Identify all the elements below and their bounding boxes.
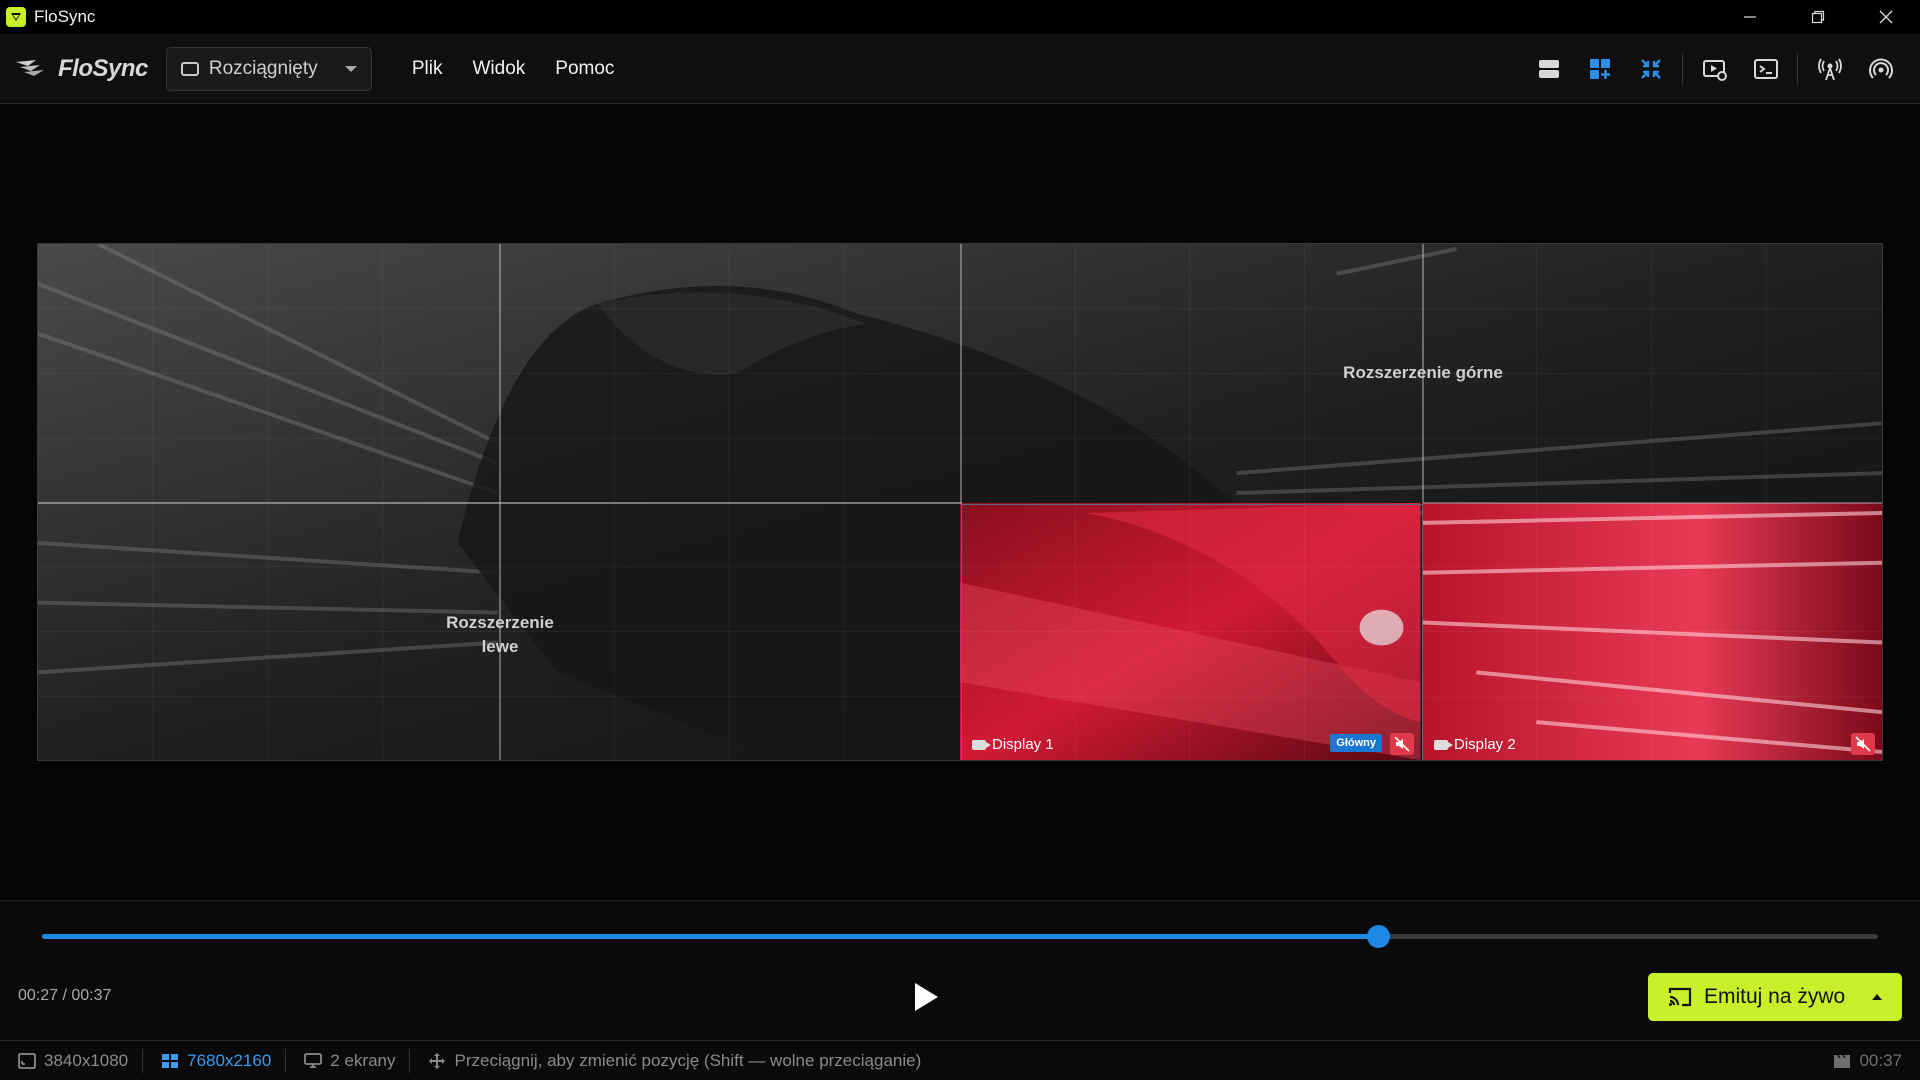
restore-icon [1811,10,1825,24]
muted-speaker-icon [1855,736,1871,752]
close-icon [1879,10,1893,24]
terminal-button[interactable] [1740,47,1791,91]
grid-icon [162,1053,179,1068]
go-live-label: Emituj na żywo [1704,985,1846,1008]
play-button[interactable] [912,981,940,1013]
minimize-button[interactable] [1716,0,1784,34]
signal-button[interactable] [1855,47,1906,91]
primary-display-badge: Główny [1330,734,1382,752]
status-resolution: 3840x1080 [0,1051,142,1071]
close-button[interactable] [1852,0,1920,34]
signal-icon [1868,58,1893,79]
status-bar: 3840x1080 7680x2160 2 ekrany Przeciągnij… [0,1040,1920,1080]
preview-settings-icon [1702,60,1727,81]
display-canvas[interactable]: Rozszerzenie górne Rozszerzenie lewe Dis… [37,243,1883,761]
main-toolbar: FloSync Rozciągnięty Plik Widok Pomoc [0,34,1920,104]
app-window: FloSync FloSync Rozciągnięty Plik Widok … [0,0,1920,1080]
flosync-wings-icon [16,59,44,76]
status-hint: Przeciągnij, aby zmienić pozycję (Shift … [410,1051,935,1071]
compress-icon [1640,59,1661,79]
clapperboard-icon [1834,1054,1851,1068]
playback-controls: 00:27 / 00:37 Emituj na żywo [0,900,1920,1040]
top-extension-label: Rozszerzenie górne [1343,363,1503,382]
left-extension-line1: Rozszerzenie [446,613,554,632]
minimize-icon [1744,16,1756,18]
display-2-mute-button[interactable] [1851,733,1875,755]
playback-time: 00:27 / 00:37 [18,987,112,1004]
muted-speaker-icon [1394,736,1410,752]
status-canvas-resolution: 7680x2160 [143,1051,285,1071]
resolution-icon [18,1052,36,1069]
cast-icon [1668,987,1692,1007]
toolbar-separator [1797,53,1798,85]
grid-divider [38,502,962,504]
chevron-down-icon [344,65,357,72]
restore-button[interactable] [1784,0,1852,34]
left-extension-label: Rozszerzenie lewe [425,611,575,659]
move-icon [429,1052,446,1069]
title-bar: FloSync [0,0,1920,34]
display-mode-value: Rozciągnięty [208,57,318,79]
window-controls [1716,0,1920,34]
display-1-label: Display 1 [972,736,1054,753]
toolbar-tools [1523,34,1906,104]
display-mode-dropdown[interactable]: Rozciągnięty [165,46,372,91]
camera-icon [972,739,991,750]
grid-add-button[interactable] [1574,47,1625,91]
window-title: FloSync [34,7,96,26]
compress-button[interactable] [1625,47,1676,91]
status-screens: 2 ekrany [286,1051,409,1071]
display-2-panel[interactable]: Display 2 [1423,504,1882,760]
screen-mode-icon [180,61,199,76]
rows-layout-icon [1538,60,1559,78]
brand-logo: FloSync [14,55,148,83]
grid-divider [960,244,962,503]
menu-bar: Plik Widok Pomoc [412,58,615,80]
monitor-icon [304,1052,323,1068]
display-1-mute-button[interactable] [1390,733,1414,755]
go-live-button[interactable]: Emituj na żywo [1648,973,1902,1021]
drag-hint: Przeciągnij, aby zmienić pozycję (Shift … [454,1050,922,1070]
resolution-value: 3840x1080 [44,1050,129,1070]
broadcast-icon [1817,58,1842,81]
display-1-panel[interactable]: Display 1 Główny [961,504,1423,760]
menu-help[interactable]: Pomoc [555,58,614,80]
camera-icon [1434,739,1453,750]
seek-bar-thumb[interactable] [1366,925,1390,948]
toolbar-separator [1682,53,1683,85]
grid-add-icon [1589,59,1610,79]
display-1-name: Display 1 [992,736,1054,753]
seek-bar-progress [42,934,1378,939]
left-extension-line2: lewe [481,637,519,656]
display-2-label: Display 2 [1434,736,1516,753]
screens-count: 2 ekrany [330,1050,396,1070]
status-duration: 00:37 [1833,1041,1902,1080]
seek-bar[interactable] [42,925,1878,948]
preview-settings-button[interactable] [1689,47,1740,91]
menu-view[interactable]: Widok [472,58,525,80]
rows-layout-button[interactable] [1523,47,1574,91]
total-duration: 00:37 [1859,1051,1902,1070]
play-icon [915,983,938,1011]
menu-file[interactable]: Plik [412,58,443,80]
chevron-up-icon [1872,994,1882,1000]
app-logo-icon [6,7,26,27]
canvas-resolution-value: 7680x2160 [187,1050,272,1070]
broadcast-button[interactable] [1804,47,1855,91]
terminal-icon [1753,59,1778,79]
brand-name: FloSync [58,54,148,82]
display-2-name: Display 2 [1454,736,1516,753]
